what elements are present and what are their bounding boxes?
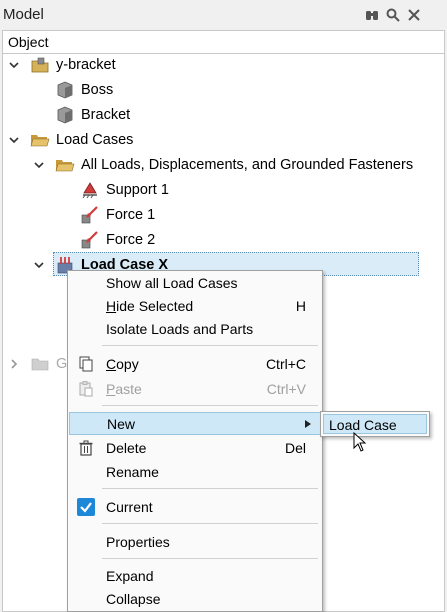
shortcut-label: Ctrl+V bbox=[266, 381, 306, 397]
force-arrow-icon bbox=[81, 231, 98, 249]
menu-item-paste[interactable]: Paste Ctrl+V bbox=[68, 378, 322, 401]
menu-separator bbox=[102, 523, 318, 524]
menu-separator bbox=[102, 345, 318, 346]
tree-label: Load Cases bbox=[56, 132, 134, 148]
menu-item-current[interactable]: Current bbox=[68, 496, 322, 519]
copy-icon bbox=[79, 356, 93, 372]
menu-item-label: Copy bbox=[106, 353, 139, 376]
menu-item-rename[interactable]: Rename bbox=[68, 461, 322, 484]
shortcut-label: Ctrl+C bbox=[265, 356, 306, 372]
menu-item-label: Properties bbox=[106, 534, 170, 550]
chevron-down-icon[interactable] bbox=[8, 134, 20, 146]
tree-row-support-1[interactable]: Support 1 bbox=[0, 178, 440, 202]
mouse-cursor-icon bbox=[353, 432, 367, 452]
menu-item-show-all-load-cases[interactable]: Show all Load Cases bbox=[68, 272, 322, 295]
assembly-folder-icon bbox=[31, 57, 49, 73]
menu-item-hide-selected[interactable]: Hide Selected H bbox=[68, 295, 322, 318]
tree-label: G bbox=[56, 356, 68, 372]
paste-icon bbox=[79, 381, 93, 397]
context-menu: Show all Load Cases Hide Selected H Isol… bbox=[67, 270, 323, 612]
menu-item-label: Collapse bbox=[106, 591, 161, 607]
menu-separator bbox=[102, 558, 318, 559]
folder-icon bbox=[31, 358, 49, 371]
folder-open-icon bbox=[55, 160, 75, 172]
menu-item-label: Hide Selected bbox=[106, 295, 193, 318]
binoculars-icon[interactable] bbox=[365, 8, 379, 22]
menu-item-properties[interactable]: Properties bbox=[68, 531, 322, 554]
menu-item-label: Current bbox=[106, 499, 153, 515]
new-submenu: Load Case bbox=[320, 411, 430, 437]
close-icon[interactable] bbox=[407, 8, 421, 22]
tree-label: Bracket bbox=[81, 107, 131, 123]
part-cube-icon bbox=[57, 106, 73, 124]
menu-item-label: New bbox=[107, 416, 136, 432]
menu-item-label: Isolate Loads and Parts bbox=[106, 321, 254, 337]
panel-title: Model bbox=[3, 6, 44, 23]
tree-label: Boss bbox=[81, 82, 114, 98]
menu-separator bbox=[102, 405, 318, 406]
mnemonic-letter: P bbox=[106, 381, 116, 397]
tree-row-boss[interactable]: Boss bbox=[0, 78, 440, 102]
menu-item-label: Show all Load Cases bbox=[106, 275, 238, 291]
menu-item-text: aste bbox=[115, 381, 142, 397]
chevron-down-icon[interactable] bbox=[8, 59, 20, 71]
tree-row-force-1[interactable]: Force 1 bbox=[0, 203, 440, 227]
menu-item-copy[interactable]: Copy Ctrl+C bbox=[68, 353, 322, 376]
tree-row-bracket[interactable]: Bracket bbox=[0, 103, 440, 127]
menu-item-isolate-loads-and-parts[interactable]: Isolate Loads and Parts bbox=[68, 318, 322, 341]
shortcut-label: H bbox=[295, 298, 306, 314]
trash-icon bbox=[79, 440, 93, 456]
menu-item-expand[interactable]: Expand bbox=[68, 565, 322, 588]
folder-open-icon bbox=[30, 135, 50, 147]
menu-item-new[interactable]: New bbox=[69, 412, 321, 435]
submenu-item-load-case[interactable]: Load Case bbox=[323, 414, 427, 434]
chevron-right-icon[interactable] bbox=[8, 358, 20, 370]
menu-item-collapse[interactable]: Collapse bbox=[68, 588, 322, 611]
tree-label: All Loads, Displacements, and Grounded F… bbox=[81, 157, 414, 173]
menu-item-label: Rename bbox=[106, 464, 159, 480]
mnemonic-letter: H bbox=[106, 298, 117, 314]
column-header[interactable]: Object bbox=[3, 31, 444, 54]
panel-titlebar: Model bbox=[0, 0, 447, 29]
tree-row-y-bracket[interactable]: y-bracket bbox=[0, 53, 440, 77]
menu-item-text: opy bbox=[116, 356, 139, 372]
tree-row-hidden-folder[interactable]: G bbox=[0, 352, 70, 376]
tree-label: Force 2 bbox=[106, 232, 156, 248]
menu-item-delete[interactable]: Delete Del bbox=[68, 437, 322, 460]
tree-label: y-bracket bbox=[56, 57, 116, 73]
force-arrow-icon bbox=[81, 206, 98, 224]
menu-item-label: Paste bbox=[106, 378, 142, 401]
menu-item-text: ide Selected bbox=[116, 298, 194, 314]
part-cube-icon bbox=[57, 81, 73, 99]
chevron-down-icon[interactable] bbox=[33, 159, 45, 171]
search-icon[interactable] bbox=[386, 8, 400, 22]
tree-row-force-2[interactable]: Force 2 bbox=[0, 228, 440, 252]
mnemonic-letter: C bbox=[106, 356, 117, 372]
tree-label: Force 1 bbox=[106, 207, 156, 223]
menu-separator bbox=[102, 488, 318, 489]
menu-item-label: Delete bbox=[106, 440, 147, 456]
tree-row-all-loads[interactable]: All Loads, Displacements, and Grounded F… bbox=[0, 153, 440, 177]
support-constraint-icon bbox=[82, 182, 97, 199]
column-header-label: Object bbox=[8, 34, 49, 50]
submenu-arrow-icon bbox=[305, 420, 311, 428]
shortcut-label: Del bbox=[284, 440, 306, 456]
chevron-down-icon[interactable] bbox=[33, 259, 45, 271]
tree-row-load-cases[interactable]: Load Cases bbox=[0, 128, 440, 152]
checkbox-checked-icon[interactable] bbox=[77, 498, 95, 516]
menu-item-label: Expand bbox=[106, 568, 154, 584]
tree-label: Support 1 bbox=[106, 182, 169, 198]
